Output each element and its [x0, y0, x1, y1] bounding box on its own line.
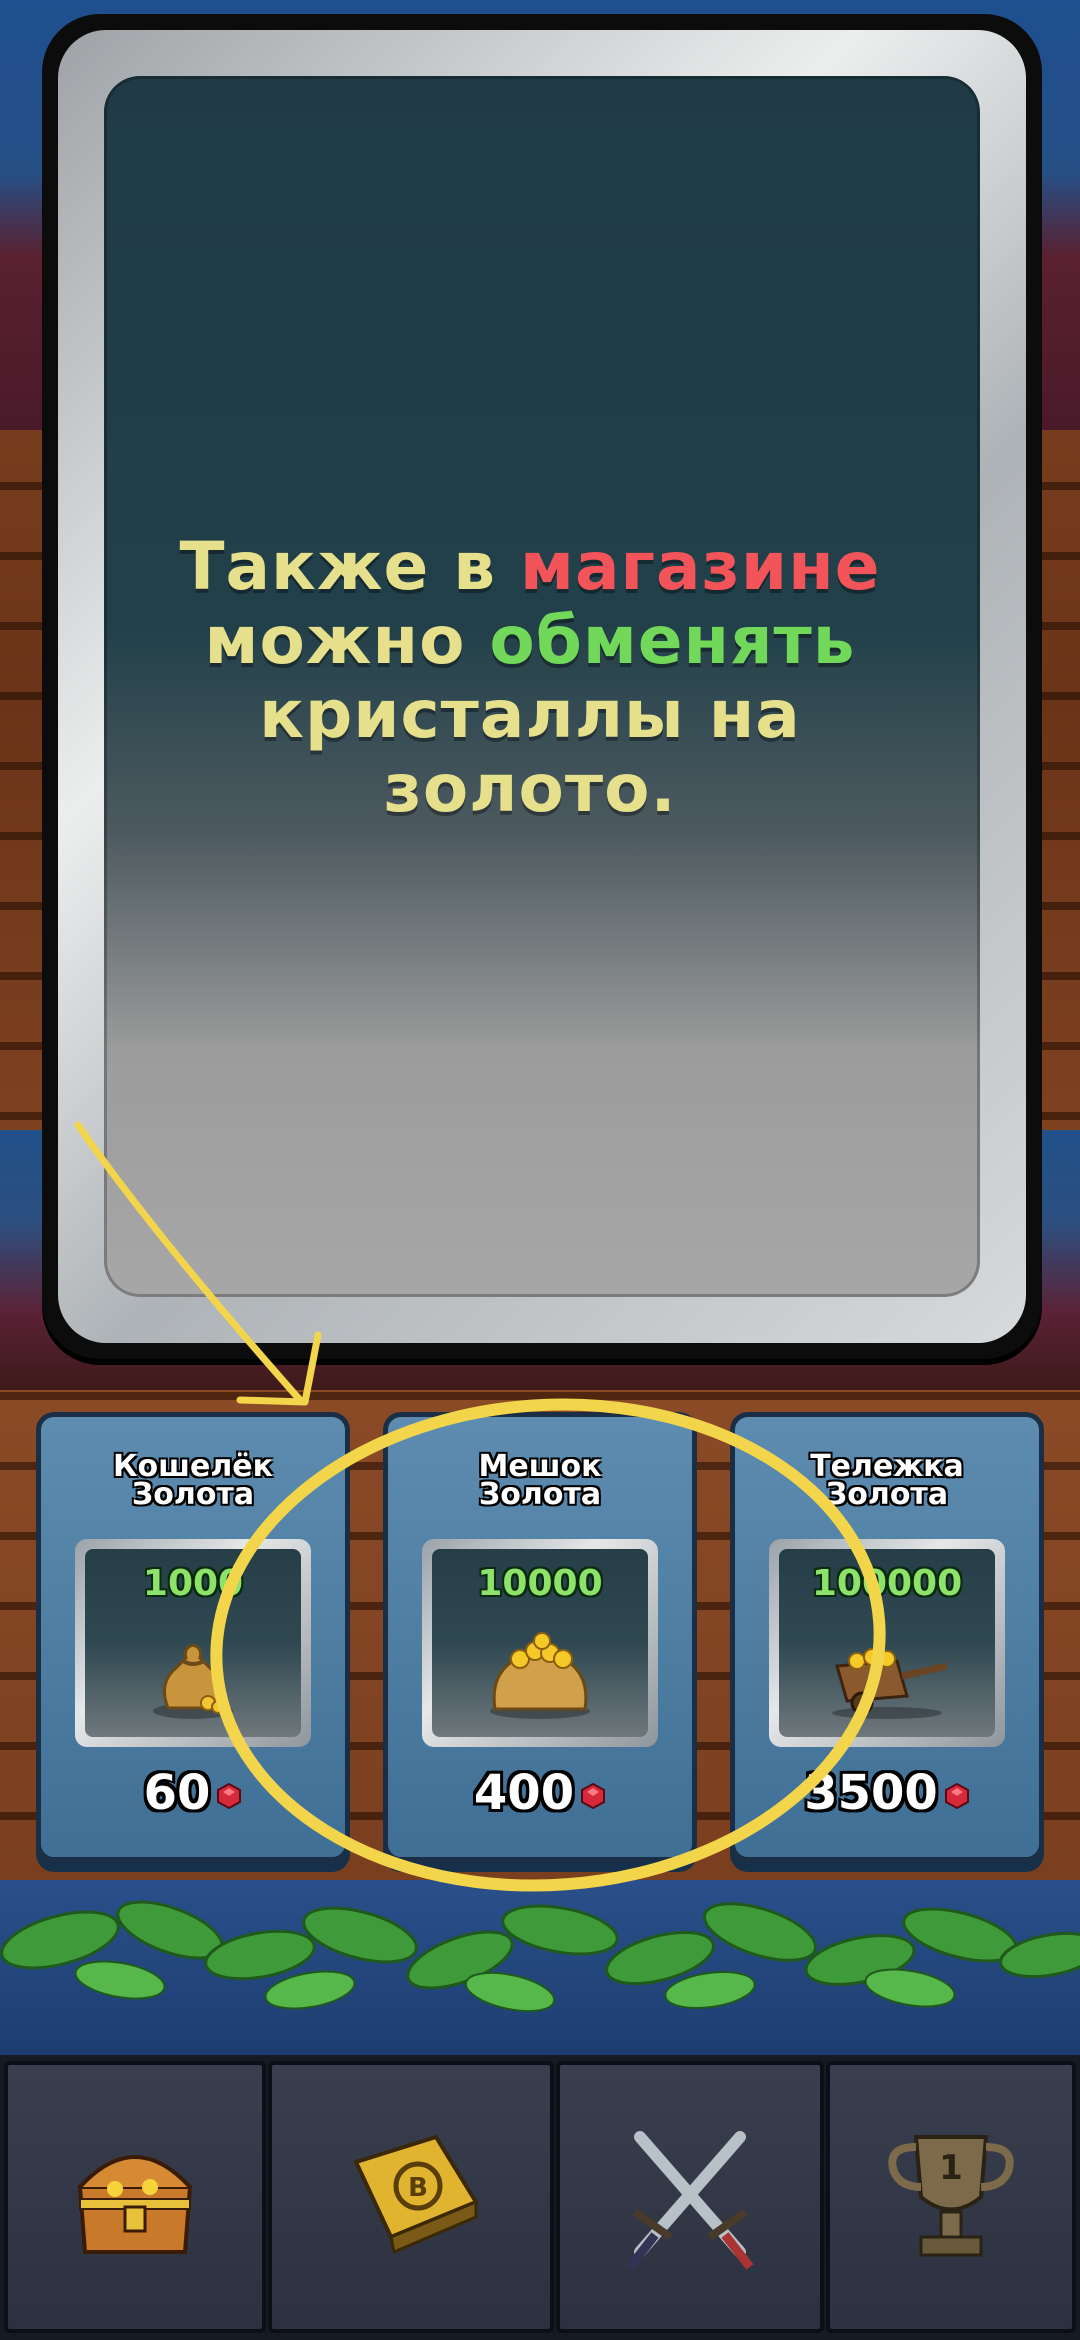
bottom-navigation: B 1: [0, 2055, 1080, 2340]
tutorial-message: Также в магазине можно обменять кристалл…: [130, 530, 930, 826]
nav-tab-chest[interactable]: [4, 2061, 266, 2333]
crossed-swords-icon: [626, 2131, 754, 2270]
shop-item-frame: 100000: [769, 1539, 1005, 1747]
message-text: Также в: [179, 528, 521, 605]
gold-cart-icon: [832, 1648, 948, 1719]
leaves-decoration: [0, 1900, 1080, 2013]
nav-tab-spellbook[interactable]: B: [268, 2061, 554, 2333]
shop-item-gold-sack[interactable]: Мешок Золота 10000 400: [383, 1412, 697, 1862]
nav-tab-battle[interactable]: [556, 2061, 824, 2333]
shop-item-gold-cart[interactable]: Тележка Золота 100000 3500: [730, 1412, 1044, 1862]
shop-item-title: Тележка Золота: [810, 1449, 964, 1512]
message-highlight-shop: магазине: [520, 528, 881, 605]
spellbook-icon: B: [353, 2134, 479, 2255]
shop-item-frame: 1000: [75, 1539, 311, 1747]
red-gem-icon: [944, 1783, 969, 1809]
shop-item-amount: 100000: [811, 1563, 963, 1604]
nav-tab-leaderboard[interactable]: 1: [826, 2061, 1076, 2333]
shop-item-gold-pouch[interactable]: Кошелёк Золота 1000 60: [36, 1412, 350, 1862]
shop-item-frame: 10000: [422, 1539, 658, 1747]
gold-sack-icon: [490, 1632, 590, 1719]
treasure-chest-icon: [77, 2155, 193, 2254]
red-gem-icon: [581, 1783, 606, 1809]
shop-item-amount: 10000: [477, 1563, 603, 1604]
gold-pouch-icon: [153, 1643, 233, 1719]
message-highlight-exchange: обменять: [489, 602, 856, 679]
svg-text:B: B: [408, 2173, 428, 2203]
shop-item-amount: 1000: [142, 1563, 244, 1604]
shop-item-price: 3500: [735, 1765, 1039, 1821]
shop-item-price: 60: [41, 1765, 345, 1821]
message-text: можно: [204, 602, 490, 679]
trophy-rank: 1: [939, 2148, 963, 2188]
message-text: кристаллы на золото.: [259, 676, 801, 827]
trophy-icon: 1: [888, 2135, 1014, 2257]
shop-item-title: Кошелёк Золота: [112, 1449, 274, 1512]
shop-item-price: 400: [388, 1765, 692, 1821]
red-gem-icon: [217, 1783, 242, 1809]
shop-item-title: Мешок Золота: [478, 1449, 602, 1512]
